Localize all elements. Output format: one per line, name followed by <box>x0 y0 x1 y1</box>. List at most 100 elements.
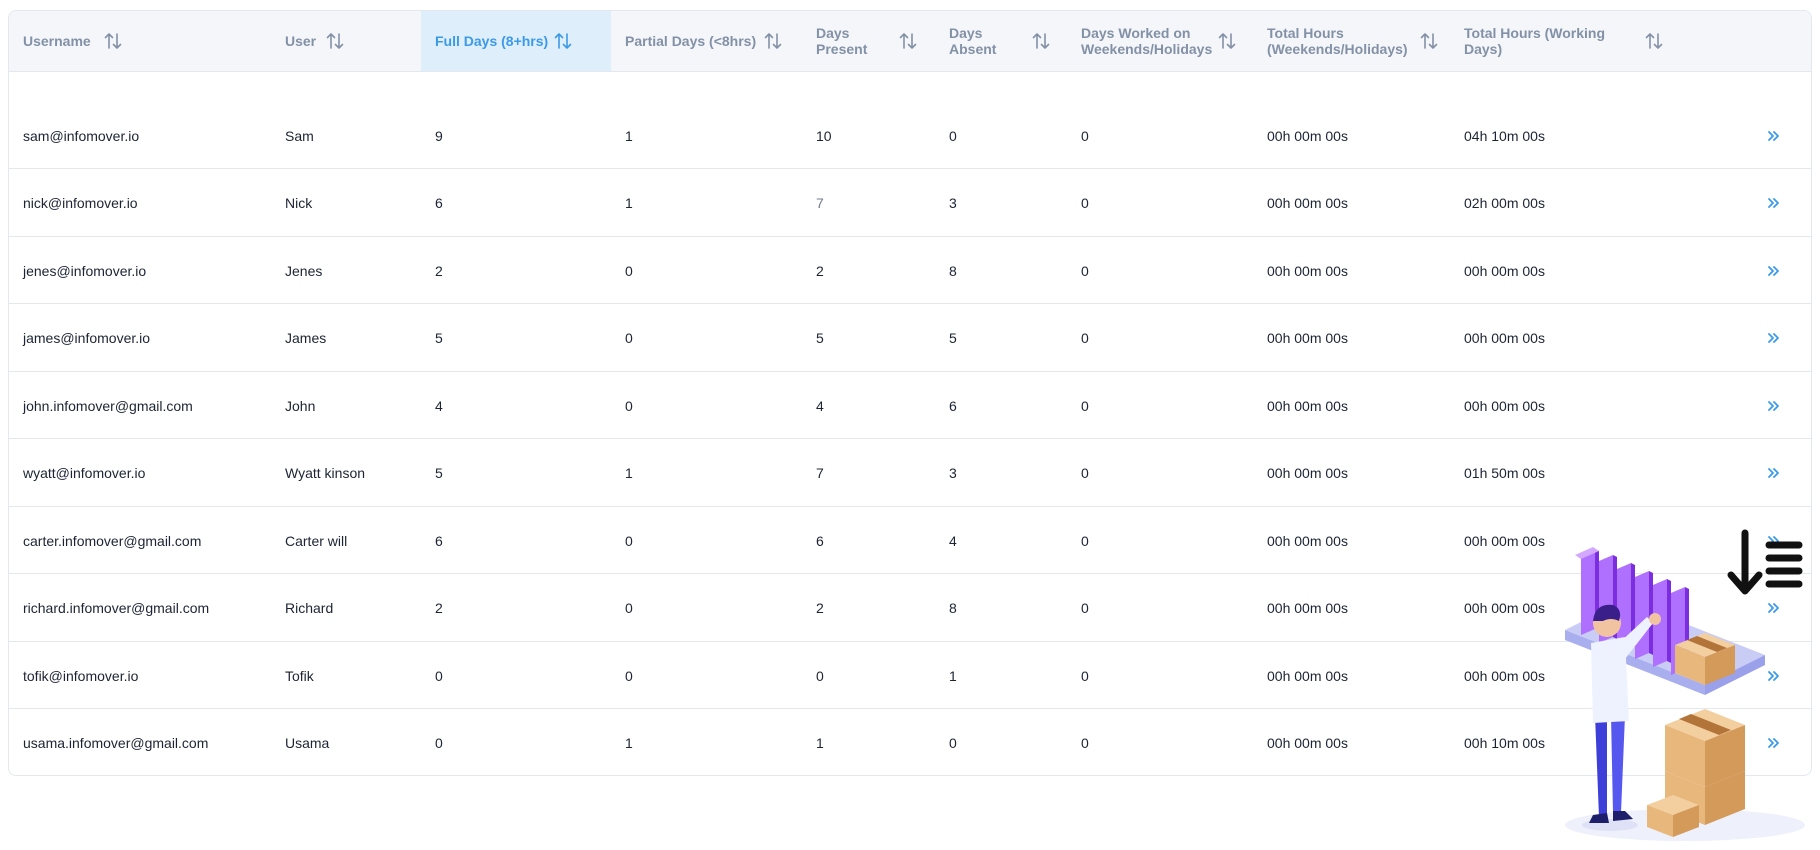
table-row[interactable]: nick@infomover.io Nick 6 1 7 3 0 00h 00m 00s 02h… <box>9 170 1811 237</box>
cell-user: Richard <box>285 600 334 616</box>
sort-arrows-icon[interactable] <box>1217 31 1237 51</box>
cell-username[interactable]: james@infomover.io <box>23 305 150 372</box>
cell-partial-days: 1 <box>625 195 633 211</box>
sort-arrows-icon[interactable] <box>1419 31 1439 51</box>
column-header-days-present[interactable]: Days Present <box>816 11 949 71</box>
attendance-table: Username User Full Days (8+hrs) Partial Day… <box>8 10 1812 776</box>
cell-full-days: 0 <box>435 667 443 684</box>
sort-arrows-icon[interactable] <box>103 31 123 51</box>
column-header-label: Total Hours (Weekends/Holidays) <box>1267 25 1408 57</box>
table-row[interactable]: tofik@infomover.io Tofik 0 0 0 1 0 00h 00m 00s 0… <box>9 642 1811 709</box>
cell-user: John <box>285 397 316 414</box>
column-header-working-hours[interactable]: Total Hours (Working Days) <box>1464 11 1704 71</box>
column-header-label: Days Worked on Weekends/Holidays <box>1081 25 1213 57</box>
cell-days-absent: 3 <box>949 465 957 481</box>
column-header-label: Full Days (8+hrs) <box>435 33 549 49</box>
sort-arrows-icon[interactable] <box>763 31 783 51</box>
column-header-weekend-hours[interactable]: Total Hours (Weekends/Holidays) <box>1267 11 1464 71</box>
column-header-user[interactable]: User <box>285 11 435 71</box>
sort-arrows-icon[interactable] <box>325 31 345 51</box>
cell-user: Sam <box>285 127 314 144</box>
cell-full-days: 5 <box>435 330 443 346</box>
cell-full-days: 2 <box>435 600 443 616</box>
sort-arrows-icon[interactable] <box>1031 31 1051 51</box>
cell-weekend-hours: 00h 00m 00s <box>1267 262 1348 279</box>
cell-partial-days: 1 <box>625 127 633 144</box>
column-header-label: Username <box>23 33 91 49</box>
table-header: Username User Full Days (8+hrs) Partial Day… <box>9 11 1811 72</box>
column-header-full-days[interactable]: Full Days (8+hrs) <box>421 11 611 71</box>
cell-weekend-days: 0 <box>1081 397 1089 414</box>
table-row[interactable]: usama.infomover@gmail.com Usama 0 1 1 0 0 00h 0… <box>9 710 1811 776</box>
cell-username[interactable]: nick@infomover.io <box>23 170 138 237</box>
cell-working-hours: 01h 50m 00s <box>1464 465 1545 481</box>
table-row[interactable]: sam@infomover.io Sam 9 1 10 0 0 00h 00m 00s 04h … <box>9 102 1811 169</box>
chevron-double-right-icon[interactable] <box>1767 440 1781 507</box>
sort-arrows-icon[interactable] <box>1644 31 1664 51</box>
cell-working-hours: 00h 00m 00s <box>1464 667 1545 684</box>
cell-working-hours: 00h 00m 00s <box>1464 330 1545 346</box>
column-header-days-absent[interactable]: Days Absent <box>949 11 1081 71</box>
cell-days-absent: 0 <box>949 735 957 751</box>
table-row[interactable]: john.infomover@gmail.com John 4 0 4 6 0 00h 00m… <box>9 372 1811 439</box>
cell-username[interactable]: wyatt@infomover.io <box>23 440 145 507</box>
cell-partial-days: 1 <box>625 735 633 751</box>
cell-weekend-days: 0 <box>1081 600 1089 616</box>
cell-username[interactable]: john.infomover@gmail.com <box>23 372 193 439</box>
cell-days-absent: 4 <box>949 532 957 549</box>
chevron-double-right-icon[interactable] <box>1767 170 1781 237</box>
cell-days-absent: 3 <box>949 195 957 211</box>
chevron-double-right-icon[interactable] <box>1767 372 1781 439</box>
cell-full-days: 9 <box>435 127 443 144</box>
cell-weekend-hours: 00h 00m 00s <box>1267 195 1348 211</box>
column-header-label: Total Hours (Working Days) <box>1464 25 1606 57</box>
column-header-username[interactable]: Username <box>23 11 285 71</box>
cell-user: Wyatt kinson <box>285 465 366 481</box>
column-header-label: Days Absent <box>949 25 997 57</box>
cell-days-present: 5 <box>816 330 824 346</box>
cell-username[interactable]: usama.infomover@gmail.com <box>23 710 208 776</box>
cell-username[interactable]: tofik@infomover.io <box>23 642 138 709</box>
cell-partial-days: 0 <box>625 262 633 279</box>
cell-username[interactable]: sam@infomover.io <box>23 102 139 169</box>
cell-days-present: 10 <box>816 127 832 144</box>
column-header-partial-days[interactable]: Partial Days (<8hrs) <box>625 11 816 71</box>
column-header-label: User <box>285 33 317 49</box>
cell-partial-days: 0 <box>625 600 633 616</box>
sort-arrows-icon[interactable] <box>898 31 918 51</box>
table-row[interactable]: jenes@infomover.io Jenes 2 0 2 8 0 00h 00m 00s 0… <box>9 237 1811 304</box>
table-row[interactable]: wyatt@infomover.io Wyatt kinson 5 1 7 3 0 00h 0… <box>9 440 1811 507</box>
cell-username[interactable]: jenes@infomover.io <box>23 237 146 304</box>
cell-partial-days: 0 <box>625 532 633 549</box>
cell-full-days: 4 <box>435 397 443 414</box>
chevron-double-right-icon[interactable] <box>1767 305 1781 372</box>
table-row[interactable]: carter.infomover@gmail.com Carter will 6 0 6… <box>9 507 1811 574</box>
table-row[interactable]: richard.infomover@gmail.com Richard 2 0 2 8 0 0… <box>9 575 1811 642</box>
cell-weekend-hours: 00h 00m 00s <box>1267 532 1348 549</box>
cell-weekend-hours: 00h 00m 00s <box>1267 735 1348 751</box>
cell-weekend-days: 0 <box>1081 735 1089 751</box>
cell-working-hours: 04h 10m 00s <box>1464 127 1545 144</box>
cell-days-absent: 0 <box>949 127 957 144</box>
sort-arrows-icon[interactable] <box>553 31 573 51</box>
cell-weekend-days: 0 <box>1081 330 1089 346</box>
chevron-double-right-icon[interactable] <box>1767 102 1781 169</box>
cell-days-present: 2 <box>816 600 824 616</box>
cell-full-days: 5 <box>435 465 443 481</box>
cell-days-absent: 8 <box>949 262 957 279</box>
cell-full-days: 6 <box>435 532 443 549</box>
table-row[interactable]: james@infomover.io James 5 0 5 5 0 00h 00m 00s 0… <box>9 305 1811 372</box>
cell-user: Carter will <box>285 532 348 549</box>
cell-weekend-hours: 00h 00m 00s <box>1267 330 1348 346</box>
column-header-label: Partial Days (<8hrs) <box>625 33 757 49</box>
cell-full-days: 0 <box>435 735 443 751</box>
cell-working-hours: 02h 00m 00s <box>1464 195 1545 211</box>
cell-username[interactable]: richard.infomover@gmail.com <box>23 575 209 642</box>
cell-weekend-days: 0 <box>1081 127 1089 144</box>
cell-username[interactable]: carter.infomover@gmail.com <box>23 507 201 574</box>
column-header-weekend-days[interactable]: Days Worked on Weekends/Holidays <box>1081 11 1267 71</box>
cell-weekend-days: 0 <box>1081 532 1089 549</box>
cell-days-absent: 5 <box>949 330 957 346</box>
cell-weekend-hours: 00h 00m 00s <box>1267 667 1348 684</box>
chevron-double-right-icon[interactable] <box>1767 237 1781 304</box>
